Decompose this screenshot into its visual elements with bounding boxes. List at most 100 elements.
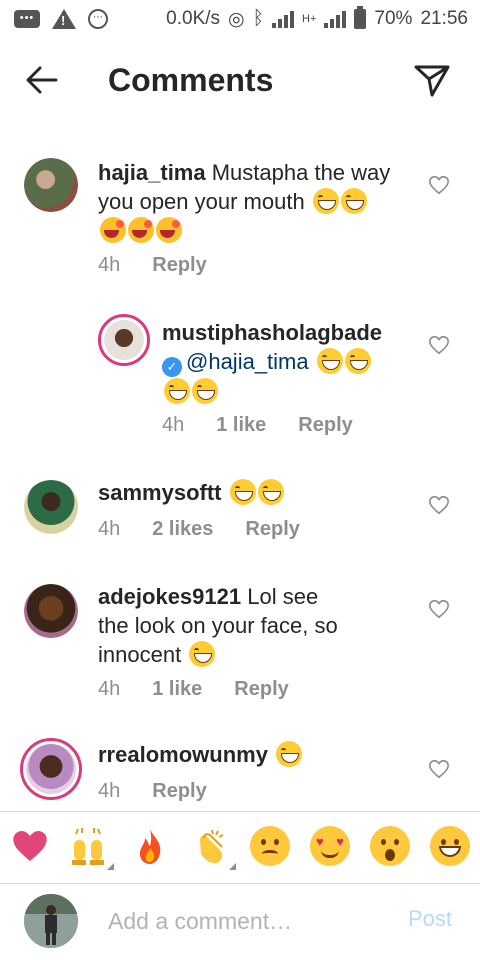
comment-username[interactable]: mustiphasholagbade [162, 320, 382, 345]
sync-icon: ⋯ [88, 9, 108, 29]
comment-item: adejokes9121 Lol see the look on your fa… [0, 574, 480, 714]
heart-eyes-face-icon: ♥ ♥ [310, 826, 350, 866]
red-heart-icon [13, 831, 47, 861]
like-heart-icon[interactable] [428, 174, 450, 196]
laughing-emoji-icon [156, 217, 182, 243]
status-bar-right: 0.0K/s ◎ ᛒ H+ 70% 21:56 [166, 6, 468, 31]
grinning-emoji-icon [340, 188, 367, 214]
grinning-emoji-icon [344, 348, 371, 374]
grinning-emoji-icon [276, 741, 303, 767]
grinning-emoji-icon [257, 479, 284, 505]
arrow-left-icon [26, 66, 58, 94]
comment-composer: Post [0, 884, 480, 960]
comment-body: adejokes9121 Lol see the look on your fa… [98, 582, 418, 669]
page-title: Comments [108, 62, 274, 98]
send-button[interactable] [412, 60, 452, 100]
reply-button[interactable]: Reply [298, 414, 352, 437]
grinning-emoji-icon [316, 348, 343, 374]
my-avatar [24, 894, 78, 948]
comment-item: sammysoftt 4h 2 likes Reply [0, 470, 480, 560]
post-button[interactable]: Post [408, 906, 452, 932]
avatar[interactable] [24, 584, 78, 638]
grinning-emoji-icon [164, 378, 190, 404]
signal-icon-2 [324, 10, 347, 28]
reply-comment-item: mustiphasholagbade ✓ @hajia_tima 4h 1 lik… [0, 310, 480, 440]
profile-photo [24, 894, 78, 948]
grinning-emoji-icon [312, 188, 339, 214]
like-heart-icon[interactable] [428, 758, 450, 780]
signal-icon [272, 10, 295, 28]
status-bar-left: ••• ⋯ [14, 9, 108, 29]
clapping-hands-emoji-button[interactable] [190, 826, 236, 870]
emoji-quick-bar: ♥ ♥ [0, 812, 480, 884]
comment-username[interactable]: sammysoftt [98, 480, 221, 505]
bluetooth-icon: ᛒ [252, 8, 265, 29]
reply-button[interactable]: Reply [234, 678, 288, 701]
fire-icon [139, 829, 161, 864]
comment-mention[interactable]: @hajia_tima [186, 349, 309, 374]
laughing-emoji-icon [128, 217, 154, 243]
comment-text: the look on your face, so [98, 613, 338, 638]
avatar[interactable] [20, 738, 82, 800]
raising-hands-icon [72, 828, 104, 865]
heart-eyes-emoji-button[interactable]: ♥ ♥ [310, 826, 350, 866]
like-heart-icon[interactable] [428, 598, 450, 620]
comment-time: 4h [98, 518, 121, 540]
comment-time: 4h [162, 414, 185, 436]
warning-icon [52, 9, 76, 29]
avatar[interactable] [24, 480, 78, 534]
comment-username[interactable]: adejokes9121 [98, 584, 241, 609]
status-bar: ••• ⋯ 0.0K/s ◎ ᛒ H+ 70% 21:56 [0, 0, 480, 38]
avatar[interactable] [98, 314, 150, 366]
message-icon: ••• [14, 10, 40, 28]
clock: 21:56 [420, 8, 468, 29]
comment-time: 4h [98, 254, 121, 276]
reply-button[interactable]: Reply [152, 254, 206, 277]
comment-body: sammysoftt [98, 478, 418, 507]
skin-tone-indicator [107, 863, 114, 870]
likes-count[interactable]: 2 likes [152, 518, 213, 541]
grinning-face-emoji-button[interactable] [430, 826, 470, 866]
comment-time: 4h [98, 780, 121, 802]
laughing-emoji-icon [100, 217, 126, 243]
avatar[interactable] [24, 158, 78, 212]
surprised-face-icon [370, 826, 410, 866]
battery-level: 70% [374, 8, 413, 29]
comment-body: rrealomowunmy [98, 740, 418, 769]
comment-meta: 4h Reply [98, 780, 207, 803]
grinning-face-icon [430, 826, 470, 866]
likes-count[interactable]: 1 like [152, 678, 202, 701]
comment-text: Lol see [247, 584, 319, 609]
raising-hands-emoji-button[interactable] [68, 826, 114, 870]
comment-meta: 4h 1 like Reply [162, 414, 353, 437]
reply-button[interactable]: Reply [152, 780, 206, 803]
comment-meta: 4h 2 likes Reply [98, 518, 300, 541]
likes-count[interactable]: 1 like [216, 414, 266, 437]
sad-face-emoji-button[interactable] [250, 826, 290, 866]
paper-plane-icon [414, 65, 450, 97]
grinning-emoji-icon [229, 479, 256, 505]
back-button[interactable] [22, 60, 62, 100]
grinning-emoji-icon [189, 641, 216, 667]
skin-tone-indicator [229, 863, 236, 870]
comment-meta: 4h Reply [98, 254, 207, 277]
red-heart-emoji-button[interactable] [10, 826, 50, 866]
surprised-face-emoji-button[interactable] [370, 826, 410, 866]
network-speed: 0.0K/s [166, 8, 221, 29]
sad-face-icon [250, 826, 290, 866]
comment-body: mustiphasholagbade ✓ @hajia_tima [162, 318, 422, 406]
grinning-emoji-icon [192, 378, 218, 404]
comment-text: innocent [98, 642, 182, 667]
comment-meta: 4h 1 like Reply [98, 678, 289, 701]
hotspot-icon: ◎ [228, 8, 245, 30]
battery-icon [354, 6, 367, 29]
comment-input[interactable] [108, 904, 388, 938]
comment-username[interactable]: hajia_tima [98, 160, 206, 185]
comment-username[interactable]: rrealomowunmy [98, 742, 268, 767]
like-heart-icon[interactable] [428, 494, 450, 516]
reply-button[interactable]: Reply [245, 518, 299, 541]
like-heart-icon[interactable] [428, 334, 450, 356]
comment-item: rrealomowunmy 4h Reply [0, 734, 480, 810]
verified-badge-icon: ✓ [162, 357, 182, 377]
fire-emoji-button[interactable] [130, 826, 170, 866]
